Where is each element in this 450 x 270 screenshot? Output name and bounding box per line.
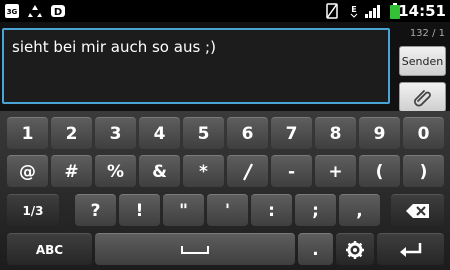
key-plus[interactable]: +	[315, 155, 356, 187]
paperclip-icon	[413, 90, 431, 107]
key-at[interactable]: @	[7, 155, 48, 187]
svg-text:D: D	[54, 7, 62, 18]
key-enter[interactable]	[377, 233, 444, 265]
key-4[interactable]: 4	[139, 117, 180, 149]
keyboard: 1 2 3 4 5 6 7 8 9 0 @ # % & * - + ( ) 1/…	[0, 111, 450, 270]
space-bar-icon	[181, 245, 209, 254]
key-comma[interactable]: ,	[339, 194, 380, 226]
gear-icon	[346, 240, 364, 259]
message-input[interactable]: sieht bei mir auch so aus ;)	[2, 28, 390, 104]
clock: 14:51	[398, 2, 446, 20]
sim-3g-icon: 3G	[5, 4, 19, 18]
no-sim-icon	[326, 3, 338, 19]
key-space[interactable]	[95, 233, 295, 265]
key-1[interactable]: 1	[7, 117, 48, 149]
key-period[interactable]: .	[298, 233, 333, 265]
key-8[interactable]: 8	[315, 117, 356, 149]
backspace-icon	[405, 203, 429, 218]
key-3[interactable]: 3	[95, 117, 136, 149]
send-button[interactable]: Senden	[399, 46, 446, 76]
key-ampersand[interactable]: &	[139, 155, 180, 187]
compose-area: sieht bei mir auch so aus ;) 132 / 1 Sen…	[0, 22, 450, 112]
key-settings[interactable]	[336, 233, 374, 265]
message-text: sieht bei mir auch so aus ;)	[12, 38, 216, 56]
key-0[interactable]: 0	[403, 117, 444, 149]
d-app-icon: D	[51, 5, 65, 18]
key-paren-close[interactable]: )	[403, 155, 444, 187]
signal-icon	[365, 5, 380, 18]
key-asterisk[interactable]: *	[183, 155, 224, 187]
key-9[interactable]: 9	[359, 117, 400, 149]
key-5[interactable]: 5	[183, 117, 224, 149]
key-minus[interactable]: -	[271, 155, 312, 187]
status-bar: 3G D E 14:51	[0, 0, 450, 22]
key-double-quote[interactable]: "	[163, 194, 204, 226]
key-7[interactable]: 7	[271, 117, 312, 149]
key-6[interactable]: 6	[227, 117, 268, 149]
key-question[interactable]: ?	[75, 194, 116, 226]
network-e-icon: E	[350, 5, 358, 18]
key-colon[interactable]: :	[251, 194, 292, 226]
key-semicolon[interactable]: ;	[295, 194, 336, 226]
svg-text:3G: 3G	[7, 8, 18, 16]
svg-text:E: E	[351, 5, 356, 14]
attach-button[interactable]	[399, 82, 446, 112]
slash-icon	[242, 163, 253, 180]
key-hash[interactable]: #	[51, 155, 92, 187]
key-exclamation[interactable]: !	[119, 194, 160, 226]
key-abc[interactable]: ABC	[7, 233, 92, 265]
key-paren-open[interactable]: (	[359, 155, 400, 187]
key-single-quote[interactable]: '	[207, 194, 248, 226]
key-slash[interactable]	[227, 155, 268, 187]
recycle-icon	[28, 5, 42, 17]
character-counter: 132 / 1	[409, 28, 445, 39]
enter-arrow-icon	[399, 242, 421, 257]
key-2[interactable]: 2	[51, 117, 92, 149]
key-percent[interactable]: %	[95, 155, 136, 187]
key-page-switch[interactable]: 1/3	[7, 194, 59, 226]
key-backspace[interactable]	[391, 194, 444, 226]
